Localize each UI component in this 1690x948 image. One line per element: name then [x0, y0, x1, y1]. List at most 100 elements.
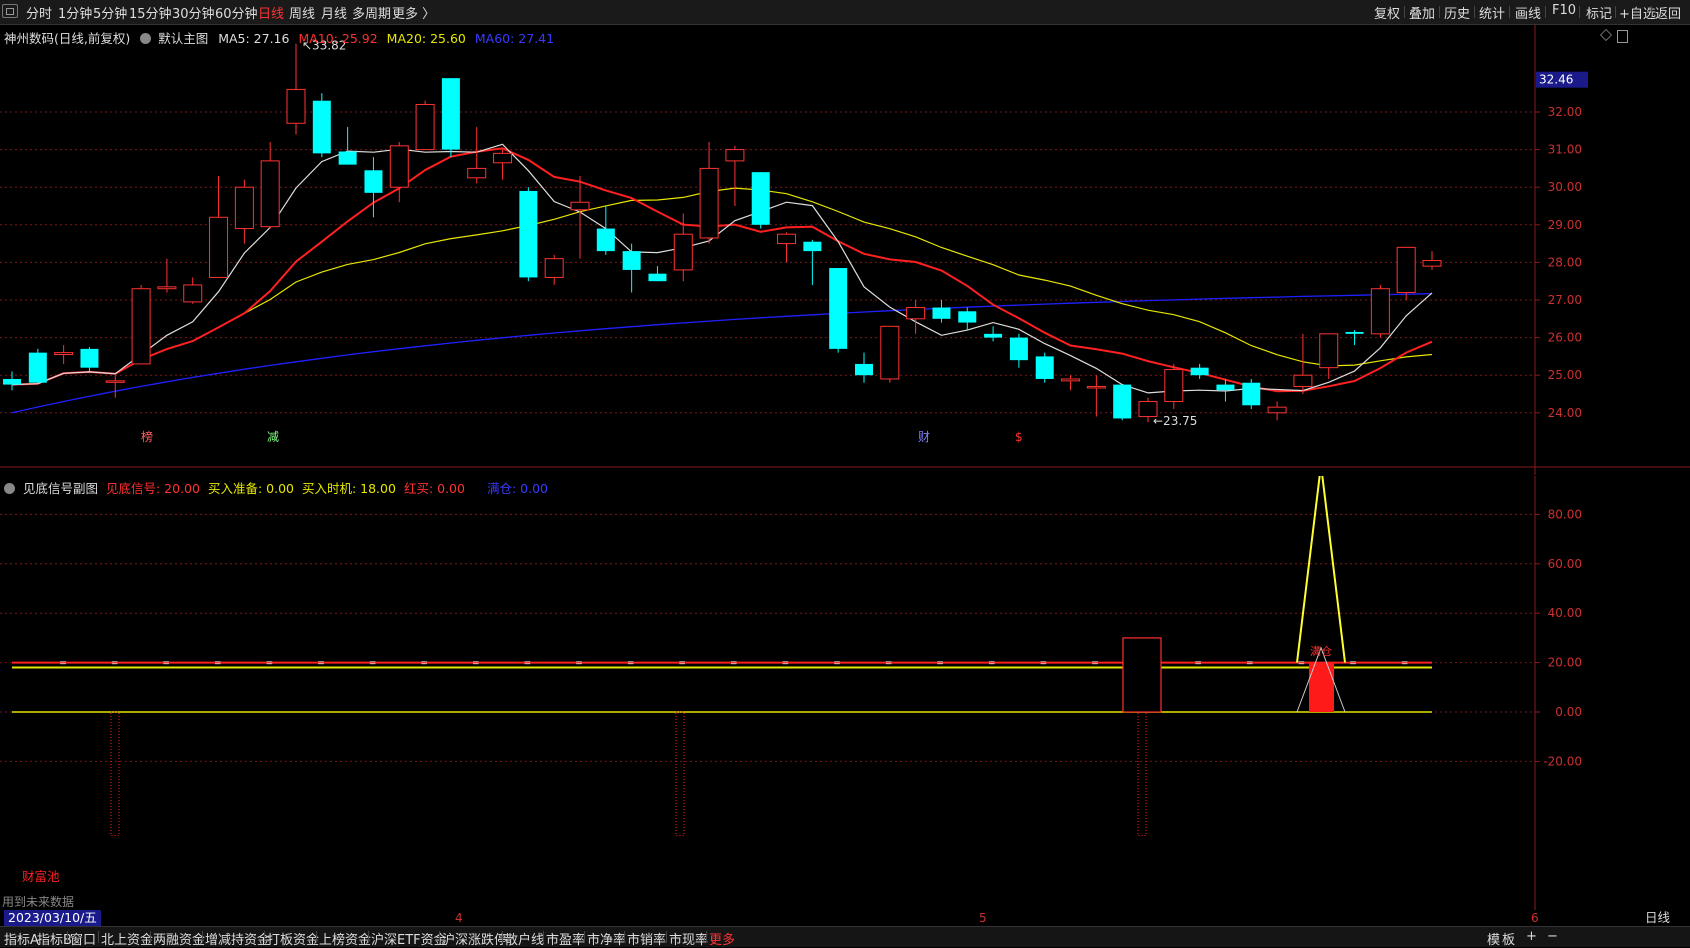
period-tab[interactable]: 15分钟	[129, 3, 172, 22]
period-tab[interactable]: 30分钟	[172, 3, 215, 22]
full-position-value: 满仓: 0.00	[486, 481, 548, 496]
period-tab[interactable]: 周线	[289, 3, 315, 22]
y-tick-label: 25.00	[1548, 368, 1582, 382]
candle-down	[984, 333, 1003, 338]
candle-down	[932, 307, 951, 319]
window-restore-icon[interactable]	[2, 4, 18, 18]
tab-separator	[264, 931, 265, 943]
candle-down	[855, 363, 873, 376]
y-tick-label: 28.00	[1548, 255, 1582, 269]
y-tick-label: 32.00	[1548, 105, 1582, 119]
indicator-toolbar: 指标A 指标B 窗口 北上资金 两融资金 增减持资金 打板资金 上榜资金 沪深ETF资金 沪深涨跌…	[0, 926, 1690, 948]
date-axis: 2023/03/10/五 4 5 6 日线	[0, 910, 1690, 926]
mark-button[interactable]: 标记	[1586, 3, 1612, 22]
indicator-tab[interactable]: 打板资金	[267, 929, 319, 948]
period-tab[interactable]: 5分钟	[93, 3, 127, 22]
tab-separator	[502, 931, 503, 943]
candle-up	[673, 233, 693, 271]
zoom-in-button[interactable]: +	[1526, 929, 1537, 944]
period-toolbar: 分时 1分钟 5分钟 15分钟 30分钟 60分钟 日线 周线 月线 多周期 更…	[0, 0, 1690, 25]
bottom-signal-chart[interactable]: 100.0080.0060.0040.0020.000.00-20.00====…	[0, 476, 1690, 911]
indicator-tab[interactable]: 指标A	[4, 929, 39, 948]
candle-down	[1035, 356, 1054, 379]
indicator-tab[interactable]: 更多	[709, 929, 735, 948]
period-label: 日线	[1645, 910, 1671, 925]
tab-separator	[543, 931, 544, 943]
peak-tag: 满仓	[1310, 644, 1332, 658]
y-tick-label: 0.00	[1555, 705, 1582, 719]
period-tab-active[interactable]: 日线	[258, 3, 284, 22]
tab-separator	[316, 931, 317, 943]
indicator-tab[interactable]: 市盈率	[546, 929, 585, 948]
template-button[interactable]: 板	[1502, 929, 1515, 948]
chevron-down-icon[interactable]	[4, 483, 15, 494]
low-annotation: ←23.75	[1153, 414, 1197, 428]
candle-down	[3, 378, 21, 385]
more-periods-menu[interactable]: 更多 〉	[392, 3, 435, 22]
period-tab[interactable]: 多周期	[352, 3, 391, 22]
indicator-tab[interactable]: 沪深ETF资金	[371, 929, 447, 948]
y-tick-label: -20.00	[1543, 754, 1582, 768]
period-tab[interactable]: 分时	[26, 3, 52, 22]
candle-down	[364, 170, 383, 193]
candle-down	[751, 172, 770, 225]
ma60-line	[11, 293, 1433, 414]
tab-separator	[202, 931, 203, 943]
event-marker: 财	[918, 430, 930, 444]
candle-up	[260, 160, 280, 228]
period-tab[interactable]: 1分钟	[58, 3, 92, 22]
indicator-name[interactable]: 见底信号副图	[23, 481, 98, 496]
main-kline-chart[interactable]: 32.00 31.00 30.00 29.00 28.00 27.00 26.00 25.00…	[0, 25, 1690, 475]
ma20-label: MA20: 25.60	[386, 31, 466, 46]
candle-down	[80, 348, 99, 368]
tab-separator	[150, 931, 151, 943]
candle-up	[1086, 385, 1106, 389]
candle-up	[54, 352, 74, 356]
ma10-label: MA10: 25.92	[298, 31, 378, 46]
stats-button[interactable]: 统计	[1479, 3, 1505, 22]
back-button[interactable]: 返回	[1655, 3, 1681, 22]
indicator-tab[interactable]: 窗口	[70, 929, 96, 948]
candle-up	[467, 167, 487, 179]
indicator-tab[interactable]: 沪深涨跌停	[442, 929, 507, 948]
split-view-icon[interactable]	[1617, 30, 1628, 43]
indicator-tab[interactable]: 散户线	[505, 929, 544, 948]
y-tick-label: 60.00	[1548, 557, 1582, 571]
y-tick-label: 31.00	[1548, 143, 1582, 157]
zoom-out-button[interactable]: −	[1547, 929, 1558, 944]
overlay-button[interactable]: 叠加	[1409, 3, 1435, 22]
red-buy-value: 红买: 0.00	[403, 481, 465, 496]
chevron-down-icon[interactable]	[140, 33, 152, 44]
indicator-tab[interactable]: 增减持资金	[205, 929, 270, 948]
indicator-tab[interactable]: 北上资金	[101, 929, 153, 948]
month-mark: 6	[1531, 911, 1539, 925]
history-button[interactable]: 历史	[1444, 3, 1470, 22]
candle-up	[880, 325, 900, 380]
cursor-date: 2023/03/10/五	[4, 910, 101, 926]
chart-name[interactable]: 默认主图	[158, 31, 208, 46]
candle-down	[28, 352, 47, 383]
period-tab[interactable]: 月线	[321, 3, 347, 22]
tab-separator	[439, 931, 440, 943]
indicator-tab[interactable]: 市销率	[627, 929, 666, 948]
adjust-button[interactable]: 复权	[1374, 3, 1400, 22]
y-tick-label: 24.00	[1548, 406, 1582, 420]
indicator-tab[interactable]: 市现率	[669, 929, 708, 948]
indicator-tab[interactable]: 市净率	[587, 929, 626, 948]
candle-up	[906, 307, 926, 320]
f10-button[interactable]: F10	[1552, 3, 1576, 18]
candle-up	[1396, 246, 1416, 293]
draw-line-button[interactable]: 画线	[1515, 3, 1541, 22]
indicator-tab[interactable]: 两融资金	[153, 929, 205, 948]
candle-up	[183, 284, 203, 303]
candle-down	[1113, 384, 1132, 419]
candle-down	[1242, 382, 1261, 406]
indicator-tab[interactable]: 上榜资金	[319, 929, 371, 948]
negative-bar	[1137, 711, 1147, 836]
template-button[interactable]: 模	[1487, 929, 1500, 948]
tab-separator	[666, 931, 667, 943]
ma5-label: MA5: 27.16	[218, 31, 290, 46]
candle-up	[544, 258, 564, 278]
candle-up	[493, 152, 513, 164]
period-tab[interactable]: 60分钟	[215, 3, 258, 22]
